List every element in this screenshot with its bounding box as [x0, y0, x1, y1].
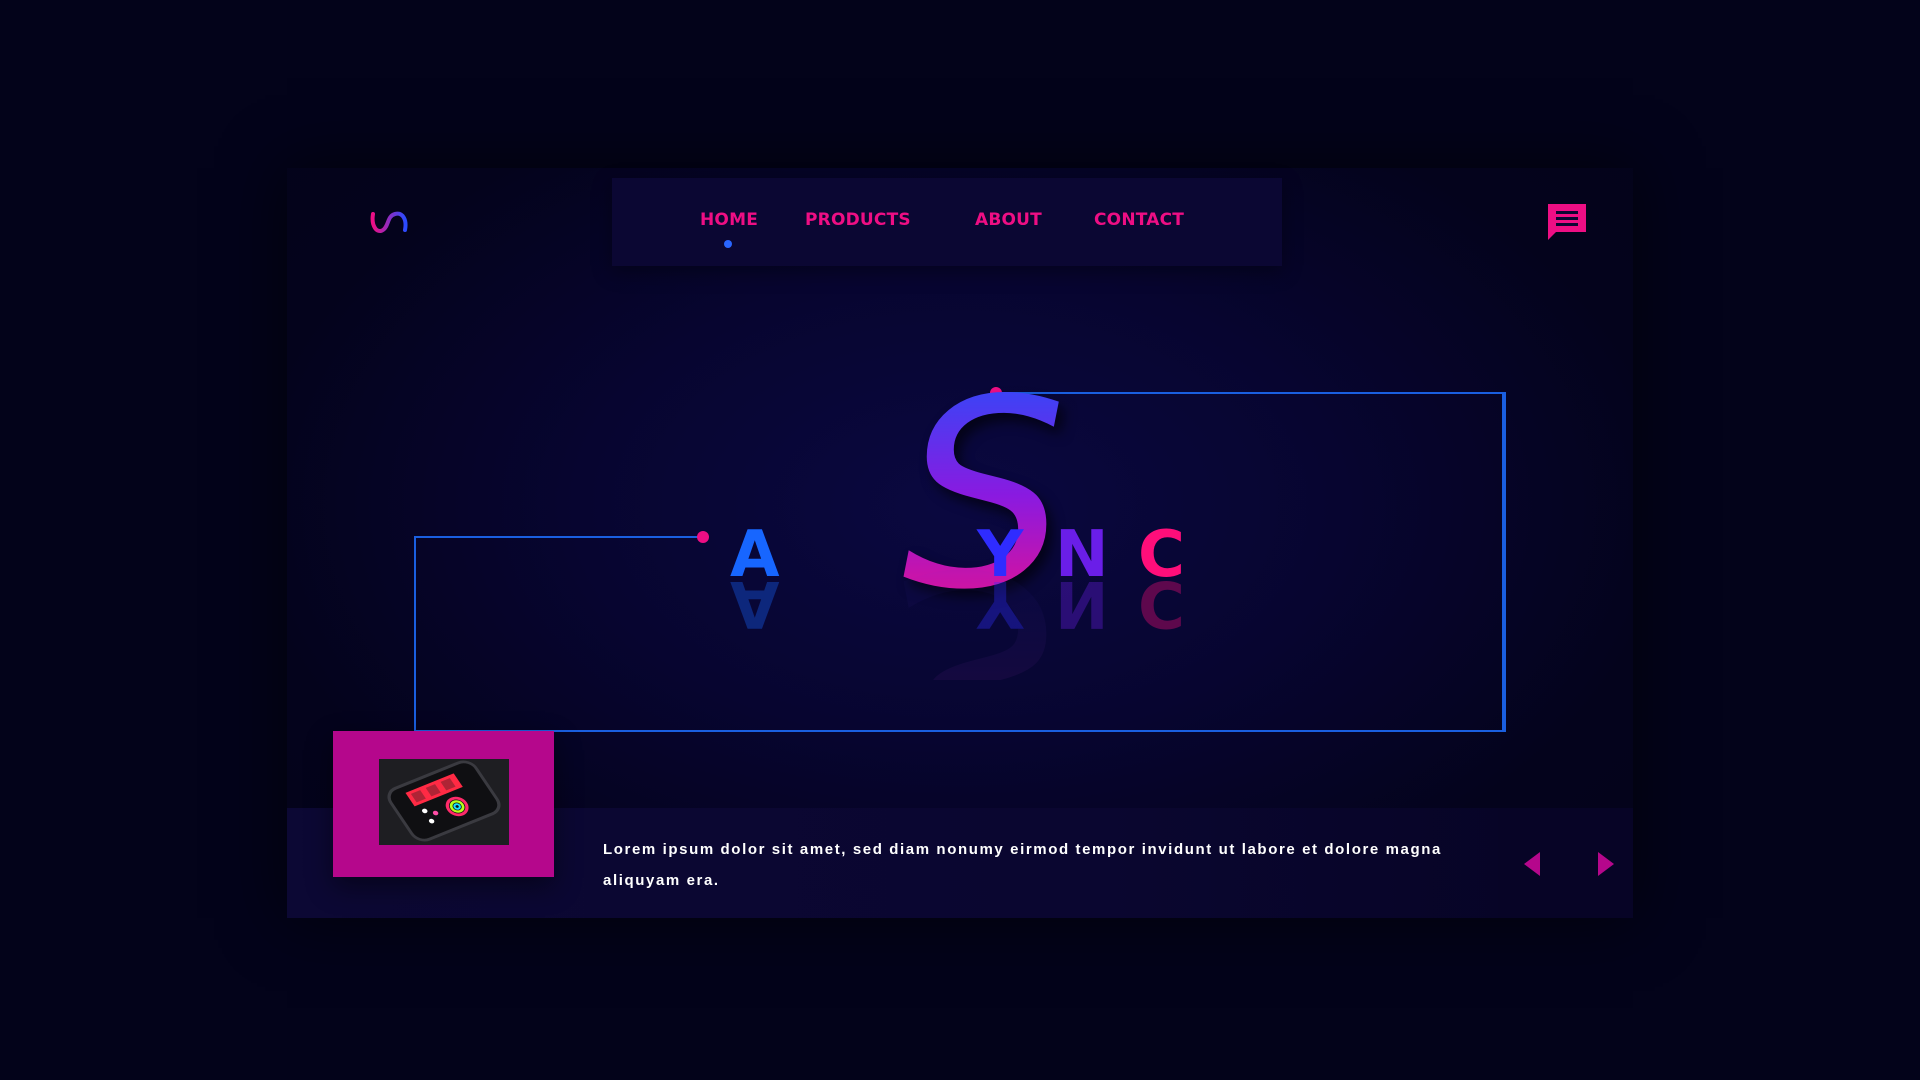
reflection-letter-y: Y: [976, 566, 1024, 640]
slide-controls: [1498, 808, 1633, 918]
reflection-letter-n: N: [1055, 566, 1109, 640]
slide-thumbnail[interactable]: [333, 731, 554, 877]
smartwatch-image: [379, 759, 509, 845]
chat-bubble-icon[interactable]: [1546, 202, 1588, 244]
reflection-letter-a: A: [730, 566, 780, 640]
connector-line-top-right: [1502, 392, 1504, 732]
slide-caption: Lorem ipsum dolor sit amet, sed diam non…: [603, 841, 1442, 889]
reflection-letter-c: C: [1138, 566, 1185, 640]
connector-line-left-top: [414, 536, 704, 538]
chevron-right-icon[interactable]: [1594, 850, 1618, 878]
nav-item-about[interactable]: ABOUT: [975, 210, 1042, 230]
hero-wordmark: S A Y N C S A Y N C: [730, 345, 1185, 680]
s-wave-logo-icon[interactable]: [369, 208, 411, 238]
nav-item-home[interactable]: HOME: [700, 210, 758, 230]
nav-item-products[interactable]: PRODUCTS: [805, 210, 911, 230]
chevron-left-icon[interactable]: [1520, 850, 1544, 878]
nav-item-contact[interactable]: CONTACT: [1094, 210, 1184, 230]
active-indicator-dot: [724, 240, 732, 248]
top-navigation: HOME PRODUCTS ABOUT CONTACT: [612, 178, 1282, 266]
